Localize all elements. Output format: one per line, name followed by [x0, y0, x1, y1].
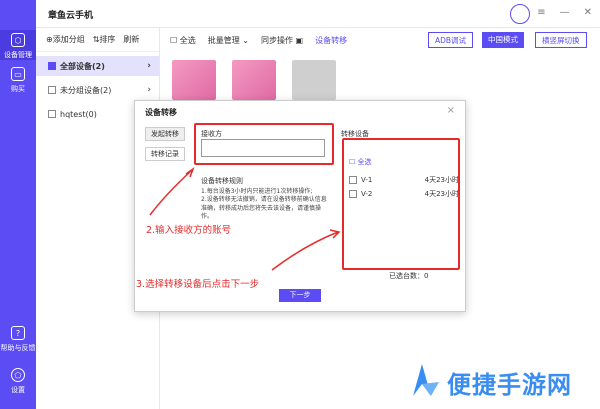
arrow-to-receiver	[149, 169, 193, 216]
arrow-to-devices	[271, 231, 339, 271]
annotation-step2: 2.输入接收方的账号	[146, 225, 232, 236]
watermark-logo-icon	[413, 364, 439, 396]
annotation-arrows	[149, 166, 341, 271]
annotation-step3: 3.选择转移设备后点击下一步	[136, 279, 260, 290]
watermark-text: 便捷手游网	[447, 371, 572, 399]
